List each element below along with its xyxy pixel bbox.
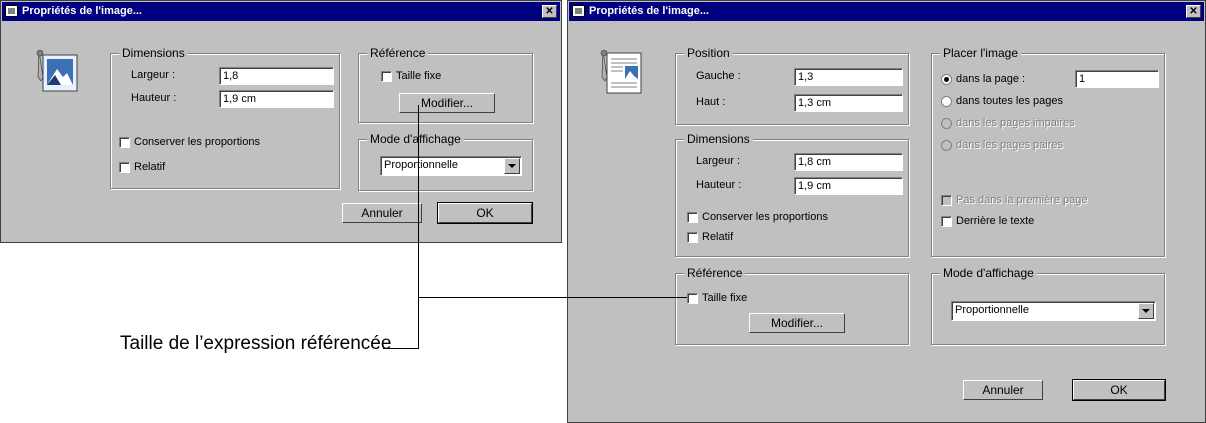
reference-legend: Référence [367,46,429,60]
mode-affichage-value: Proportionnelle [955,304,1029,316]
ok-button[interactable]: OK [1072,379,1166,401]
mode-affichage-value: Proportionnelle [384,159,458,171]
pages-paires-label: dans les pages paires [956,139,1064,151]
pas-premiere-page-checkbox [941,195,952,206]
mode-affichage-select[interactable]: Proportionnelle [380,156,522,176]
title-bar[interactable]: Propriétés de l'image... ✕ [2,2,560,21]
mode-affichage-group: Mode d'affichage Proportionnelle [358,132,533,191]
taille-fixe-checkbox[interactable] [381,71,392,82]
mode-affichage-select[interactable]: Proportionnelle [951,301,1156,321]
position-group: Position Gauche : 1,3 Haut : 1,3 cm [675,46,909,125]
derriere-le-texte-checkbox[interactable] [941,216,952,227]
image-properties-icon [36,49,78,92]
relatif-checkbox[interactable] [687,232,698,243]
relatif-checkbox[interactable] [119,162,130,173]
gauche-input[interactable]: 1,3 [794,68,903,86]
position-legend: Position [684,46,733,60]
app-icon [5,5,18,17]
mode-affichage-group: Mode d'affichage Proportionnelle [931,266,1165,345]
chevron-down-icon[interactable] [1138,303,1154,319]
reference-group: Référence Taille fixe Modifier... [675,266,909,345]
taille-fixe-checkbox[interactable] [687,293,698,304]
hauteur-label: Hauteur : [696,179,742,191]
dans-la-page-radio[interactable] [941,74,952,85]
dialog-image-properties-full: Propriétés de l'image... ✕ Position Gauc… [567,0,1206,423]
document-image-icon [600,49,642,94]
dimensions-legend: Dimensions [119,46,188,60]
largeur-input[interactable]: 1,8 cm [794,153,903,171]
toutes-les-pages-radio[interactable] [941,96,952,107]
pages-impaires-radio [941,118,952,129]
hauteur-label: Hauteur : [131,92,177,104]
reference-legend: Référence [684,266,746,280]
close-icon[interactable]: ✕ [542,5,557,18]
callout-caption: Taille de l’expression référencée [120,333,392,354]
mode-affichage-legend: Mode d'affichage [367,132,464,146]
haut-label: Haut : [696,96,726,108]
largeur-label: Largeur : [696,155,741,167]
dimensions-group: Dimensions Largeur : 1,8 cm Hauteur : 1,… [675,132,909,257]
dimensions-group: Dimensions Largeur : 1,8 Hauteur : 1,9 c… [110,46,340,189]
callout-line-vertical [418,105,419,349]
hauteur-input[interactable]: 1,9 cm [219,90,334,108]
annuler-button[interactable]: Annuler [963,380,1043,400]
taille-fixe-label: Taille fixe [396,70,442,82]
conserver-proportions-checkbox[interactable] [687,212,698,223]
taille-fixe-label: Taille fixe [702,292,748,304]
dialog-title: Propriétés de l'image... [22,5,142,17]
placer-image-group: Placer l'image dans la page : 1 dans tou… [931,46,1165,257]
close-icon[interactable]: ✕ [1186,5,1201,18]
derriere-le-texte-label: Derrière le texte [956,215,1035,227]
pas-premiere-page-label: Pas dans la première page [956,194,1088,206]
dimensions-legend: Dimensions [684,132,753,146]
callout-line-horizontal [418,297,687,298]
gauche-label: Gauche : [696,70,741,82]
haut-input[interactable]: 1,3 cm [794,94,903,112]
toutes-les-pages-label: dans toutes les pages [956,95,1064,107]
modifier-button[interactable]: Modifier... [399,93,495,113]
hauteur-input[interactable]: 1,9 cm [794,177,903,195]
ok-button[interactable]: OK [437,202,533,224]
largeur-label: Largeur : [131,69,176,81]
title-bar[interactable]: Propriétés de l'image... ✕ [569,2,1204,21]
dialog-title: Propriétés de l'image... [589,5,709,17]
annuler-button[interactable]: Annuler [342,203,422,223]
pages-impaires-label: dans les pages impaires [956,117,1075,129]
conserver-proportions-label: Conserver les proportions [702,211,828,223]
relatif-label: Relatif [702,231,734,243]
dialog-image-properties-small: Propriétés de l'image... ✕ Dimensions La… [0,0,562,243]
app-icon [572,5,585,17]
mode-affichage-legend: Mode d'affichage [940,266,1037,280]
conserver-proportions-label: Conserver les proportions [134,136,260,148]
chevron-down-icon[interactable] [504,158,520,174]
reference-group: Référence Taille fixe Modifier... [358,46,533,123]
modifier-button[interactable]: Modifier... [749,313,845,333]
largeur-input[interactable]: 1,8 [219,67,334,85]
pages-paires-radio [941,140,952,151]
conserver-proportions-checkbox[interactable] [119,137,130,148]
relatif-label: Relatif [134,161,166,173]
dans-la-page-label: dans la page : [956,73,1026,85]
page-number-input[interactable]: 1 [1075,70,1159,88]
placer-image-legend: Placer l'image [940,46,1021,60]
